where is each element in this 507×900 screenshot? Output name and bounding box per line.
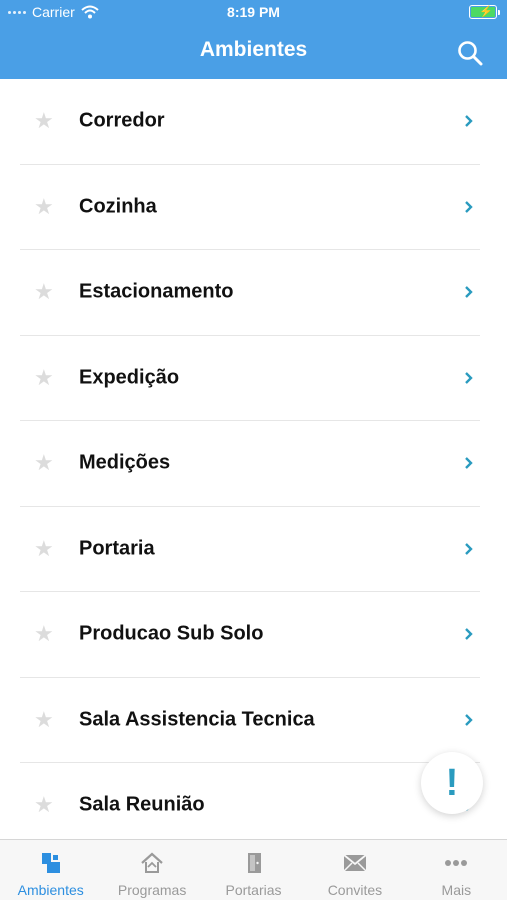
list-item[interactable]: ★ Expedição: [20, 336, 480, 421]
list-item-label: Medições: [79, 451, 171, 474]
tab-programas[interactable]: Programas: [101, 840, 202, 900]
chevron-right-icon: [465, 542, 473, 555]
chevron-right-icon: [465, 371, 473, 384]
navigation-header: Carrier 8:19 PM ⚡ Ambientes: [0, 0, 507, 79]
list-item-label: Estacionamento: [79, 280, 234, 303]
chevron-right-icon: [465, 713, 473, 726]
favorite-star-icon[interactable]: ★: [34, 194, 54, 220]
chevron-right-icon: [465, 286, 473, 299]
list-item-label: Sala Assistencia Tecnica: [79, 708, 315, 731]
tab-label: Portarias: [225, 882, 282, 898]
list-item[interactable]: ★ Corredor: [20, 79, 480, 165]
envelope-icon: [343, 854, 367, 872]
chevron-right-icon: [465, 628, 473, 641]
chevron-right-icon: [465, 200, 473, 213]
chevron-right-icon: [465, 457, 473, 470]
list-item[interactable]: ★ Medições: [20, 421, 480, 507]
tab-label: Convites: [327, 882, 383, 898]
door-icon: [247, 853, 261, 873]
list-item[interactable]: ★ Producao Sub Solo: [20, 592, 480, 678]
tab-label: Ambientes: [17, 882, 84, 898]
list-item-label: Expedição: [79, 366, 180, 389]
tab-label: Programas: [117, 882, 187, 898]
favorite-star-icon[interactable]: ★: [34, 279, 54, 305]
favorite-star-icon[interactable]: ★: [34, 108, 54, 134]
status-bar: Carrier 8:19 PM ⚡: [0, 0, 507, 26]
tab-bar: Ambientes Programas Portarias Convites M…: [0, 839, 507, 900]
favorite-star-icon[interactable]: ★: [34, 621, 54, 647]
exclamation-icon: !: [445, 762, 459, 804]
programas-icon: [141, 852, 163, 873]
list-item-label: Corredor: [79, 109, 165, 132]
favorite-star-icon[interactable]: ★: [34, 450, 54, 476]
more-icon: [445, 860, 468, 866]
list-item[interactable]: ★ Sala Assistencia Tecnica: [20, 678, 480, 763]
list-item[interactable]: ★ Estacionamento: [20, 250, 480, 336]
list-item-label: Portaria: [79, 537, 155, 560]
list-item-label: Sala Reunião: [79, 793, 205, 816]
search-icon[interactable]: [457, 40, 483, 66]
list-item[interactable]: ★ Cozinha: [20, 165, 480, 250]
environments-list: ★ Corredor ★ Cozinha ★ Estacionamento ★ …: [0, 79, 507, 839]
battery-icon: ⚡: [469, 5, 500, 19]
favorite-star-icon[interactable]: ★: [34, 536, 54, 562]
page-title: Ambientes: [199, 38, 308, 61]
favorite-star-icon[interactable]: ★: [34, 792, 54, 818]
list-item[interactable]: ★ Sala Reunião: [20, 763, 480, 839]
report-issue-button[interactable]: !: [421, 752, 483, 814]
favorite-star-icon[interactable]: ★: [34, 365, 54, 391]
tab-mais[interactable]: Mais: [406, 840, 507, 900]
list-item-label: Cozinha: [79, 195, 157, 218]
tab-label: Mais: [441, 882, 472, 898]
chevron-right-icon: [465, 115, 473, 128]
status-time: 8:19 PM: [227, 4, 280, 20]
favorite-star-icon[interactable]: ★: [34, 707, 54, 733]
tab-convites[interactable]: Convites: [304, 840, 405, 900]
list-item-label: Producao Sub Solo: [79, 622, 264, 645]
tab-portarias[interactable]: Portarias: [203, 840, 304, 900]
list-item[interactable]: ★ Portaria: [20, 507, 480, 592]
tab-ambientes[interactable]: Ambientes: [0, 840, 101, 900]
ambientes-icon: [41, 853, 60, 873]
